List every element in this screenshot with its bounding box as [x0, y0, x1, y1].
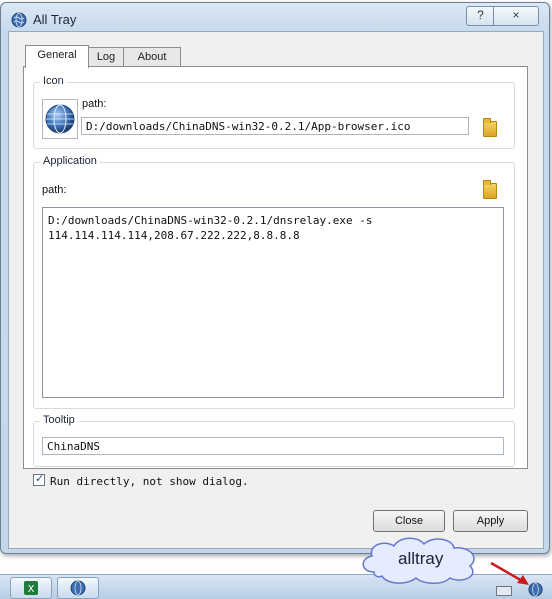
globe-icon [70, 580, 86, 596]
run-directly-checkbox[interactable] [33, 472, 45, 486]
taskbar-excel-button[interactable]: X [10, 577, 52, 599]
tab-general[interactable]: General [25, 45, 89, 68]
browse-icon-folder-icon[interactable] [483, 118, 497, 137]
window-title: All Tray [33, 12, 77, 27]
browse-application-folder-icon[interactable] [483, 180, 497, 199]
icon-group: Icon [33, 75, 515, 149]
application-path-label: path: [42, 184, 67, 196]
application-group-label: Application [40, 155, 100, 167]
tab-about[interactable]: About [123, 47, 181, 67]
tooltip-group-label: Tooltip [40, 414, 78, 426]
excel-icon: X [24, 581, 38, 595]
apply-button[interactable]: Apply [453, 510, 528, 532]
taskbar-alltray-button[interactable] [57, 577, 99, 599]
svg-text:X: X [28, 584, 35, 595]
icon-group-label: Icon [40, 75, 67, 87]
icon-path-field[interactable]: D:/downloads/ChinaDNS-win32-0.2.1/App-br… [81, 117, 469, 135]
run-directly-label[interactable]: Run directly, not show dialog. [50, 475, 249, 488]
title-bar[interactable]: All Tray ? × [1, 3, 549, 33]
icon-path-label: path: [82, 98, 107, 110]
help-button[interactable]: ? [466, 6, 495, 26]
application-path-line-1: D:/downloads/ChinaDNS-win32-0.2.1/dnsrel… [48, 214, 373, 227]
application-path-line-2: 114.114.114.114,208.67.222.222,8.8.8.8 [48, 229, 300, 242]
close-button[interactable]: Close [373, 510, 445, 532]
application-path-textarea[interactable]: D:/downloads/ChinaDNS-win32-0.2.1/dnsrel… [42, 207, 504, 398]
tab-log[interactable]: Log [87, 47, 125, 67]
app-icon-preview [42, 99, 78, 139]
globe-icon [45, 104, 75, 134]
red-arrow [490, 561, 529, 585]
tooltip-field[interactable]: ChinaDNS [42, 437, 504, 455]
callout-text: alltray [398, 549, 444, 568]
window-close-button[interactable]: × [493, 6, 539, 26]
globe-icon [11, 12, 27, 28]
